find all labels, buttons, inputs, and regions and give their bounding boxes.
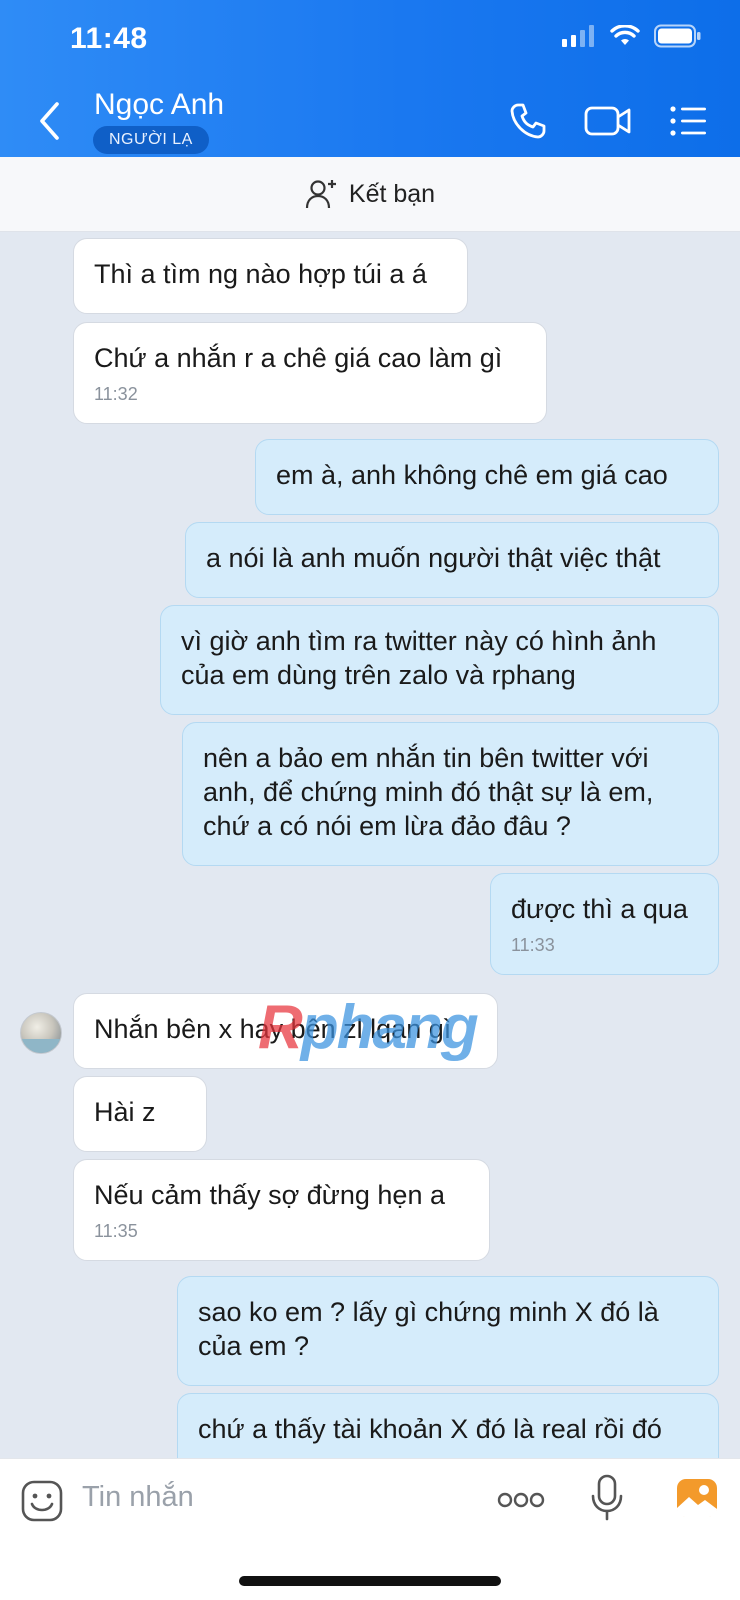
message-bubble-incoming[interactable]: Hài z	[73, 1076, 207, 1152]
contact-name[interactable]: Ngọc Anh	[94, 88, 224, 122]
message-text: được thì a qua	[511, 894, 688, 924]
message-list[interactable]: Thì a tìm ng nào hợp túi a á Chứ a nhắn …	[0, 232, 740, 1458]
video-call-button[interactable]	[583, 98, 633, 144]
message-text: em à, anh không chê em giá cao	[276, 460, 668, 490]
message-text: vì giờ anh tìm ra twitter này có hình ản…	[181, 626, 657, 690]
more-button[interactable]	[497, 1489, 545, 1516]
message-bubble-outgoing[interactable]: vì giờ anh tìm ra twitter này có hình ản…	[160, 605, 719, 715]
add-friend-button[interactable]: Kết bạn	[0, 157, 740, 232]
add-friend-label: Kết bạn	[348, 179, 436, 208]
wifi-icon	[610, 25, 640, 45]
message-text: Hài z	[94, 1097, 156, 1127]
person-add-icon	[305, 180, 336, 209]
chat-header: 11:48 Ngọc Anh NGƯỜI LẠ	[0, 0, 740, 157]
voice-button[interactable]	[590, 1473, 624, 1528]
more-dots-icon	[497, 1492, 545, 1508]
message-bubble-outgoing[interactable]: sao ko em ? lấy gì chứng minh X đó là củ…	[177, 1276, 719, 1386]
status-icons	[562, 24, 702, 48]
menu-button[interactable]	[665, 98, 711, 144]
message-bubble-incoming[interactable]: Chứ a nhắn r a chê giá cao làm gì 11:32	[73, 322, 547, 424]
list-icon	[670, 106, 706, 136]
message-input[interactable]: Tin nhắn	[82, 1481, 194, 1514]
sticker-button[interactable]	[20, 1479, 64, 1528]
message-text: Nếu cảm thấy sợ đừng hẹn a	[94, 1180, 445, 1210]
image-icon	[677, 1479, 717, 1517]
phone-icon	[510, 103, 546, 139]
chevron-left-icon	[40, 102, 59, 140]
message-text: chứ a thấy tài khoản X đó là real rồi đó	[198, 1414, 662, 1444]
message-bubble-incoming[interactable]: Thì a tìm ng nào hợp túi a á	[73, 238, 468, 314]
message-text: Thì a tìm ng nào hợp túi a á	[94, 259, 427, 289]
message-bubble-outgoing[interactable]: nên a bảo em nhắn tin bên twitter với an…	[182, 722, 719, 866]
message-text: nên a bảo em nhắn tin bên twitter với an…	[203, 743, 654, 841]
contact-avatar[interactable]	[20, 1012, 62, 1054]
stranger-badge: NGƯỜI LẠ	[93, 126, 209, 154]
message-time: 11:35	[94, 1221, 138, 1241]
gallery-button[interactable]	[675, 1477, 719, 1524]
home-indicator[interactable]	[239, 1576, 501, 1586]
message-text: Chứ a nhắn r a chê giá cao làm gì	[94, 343, 503, 373]
sticker-face-icon	[21, 1480, 63, 1522]
battery-icon	[654, 24, 701, 48]
message-bubble-outgoing[interactable]: em à, anh không chê em giá cao	[255, 439, 719, 515]
back-button[interactable]	[30, 96, 70, 146]
status-time: 11:48	[70, 22, 148, 55]
microphone-icon	[591, 1474, 623, 1521]
video-camera-icon	[584, 106, 631, 136]
message-text: Nhắn bên x hay bên zl lqan gì	[94, 1014, 452, 1044]
message-time: 11:33	[511, 935, 555, 955]
message-bubble-incoming[interactable]: Nếu cảm thấy sợ đừng hẹn a 11:35	[73, 1159, 490, 1261]
message-bubble-outgoing[interactable]: chứ a thấy tài khoản X đó là real rồi đó	[177, 1393, 719, 1458]
message-text: a nói là anh muốn người thật việc thật	[206, 543, 661, 573]
message-text: sao ko em ? lấy gì chứng minh X đó là củ…	[198, 1297, 659, 1361]
call-button[interactable]	[505, 98, 551, 144]
signal-icon	[562, 25, 594, 47]
message-bubble-outgoing[interactable]: được thì a qua 11:33	[490, 873, 719, 975]
message-time: 11:32	[94, 384, 138, 404]
message-bubble-incoming[interactable]: Nhắn bên x hay bên zl lqan gì	[73, 993, 498, 1069]
message-bubble-outgoing[interactable]: a nói là anh muốn người thật việc thật	[185, 522, 719, 598]
